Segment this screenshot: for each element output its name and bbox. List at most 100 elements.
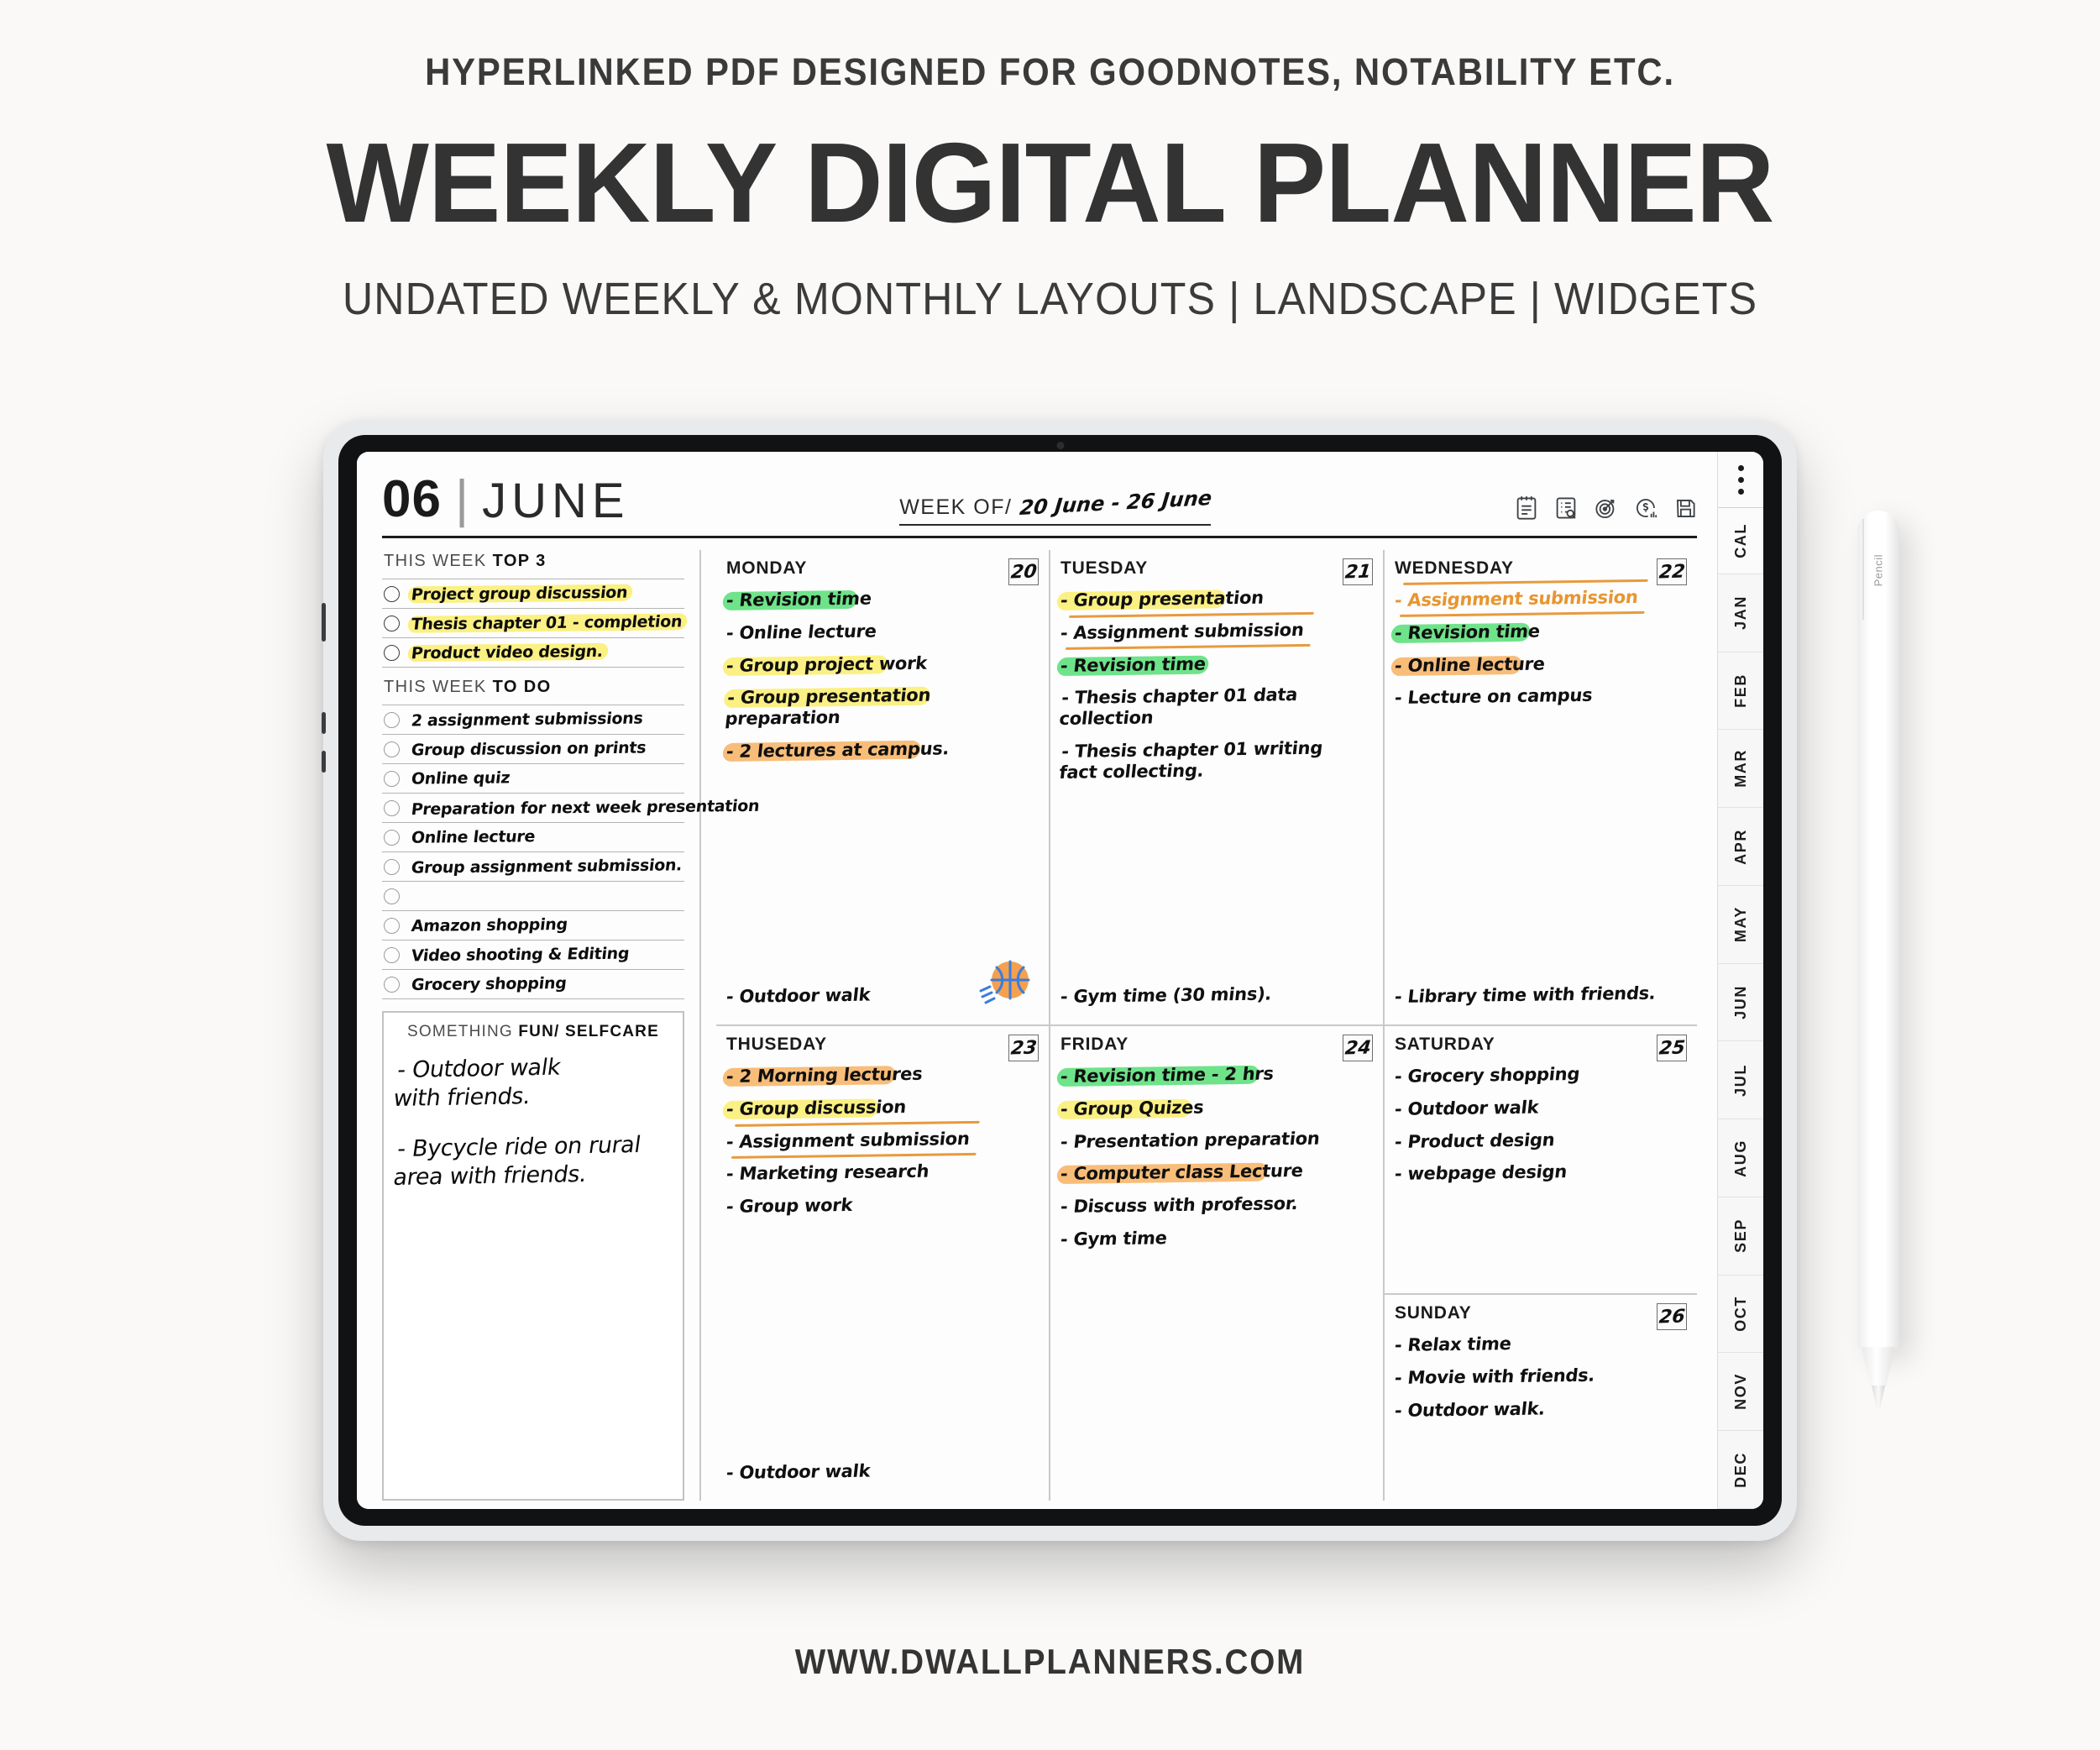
checkbox[interactable] [384,799,400,816]
day-note-text: - Group presentation [1059,587,1265,610]
day-notes[interactable]: - Relax time - Movie with friends. - Outdo… [1394,1333,1687,1496]
checkbox[interactable] [384,917,400,934]
day-header: THUSEDAY 23 [726,1035,1039,1061]
todo-item[interactable]: Amazon shopping [382,910,684,940]
day-notes[interactable]: - Group presentation - Assignment submiss… [1055,587,1373,1019]
todo-item-text: Video shooting & Editing [410,944,631,966]
day-cell-thursday[interactable]: THUSEDAY 23 - 2 Morning lectures - Group di… [716,1026,1049,1501]
day-note-text: - Revision time [1059,653,1207,676]
month-tab-label: SEP [1731,1218,1749,1254]
month-tab-aug[interactable]: AUG [1718,1119,1763,1197]
checkbox[interactable] [384,858,400,875]
day-notes[interactable]: - Revision time - Online lecture - Group p… [721,589,1039,1019]
month-tab-dec[interactable]: DEC [1718,1431,1763,1509]
basketball-sticker[interactable] [978,957,1034,1013]
todo-item[interactable]: Video shooting & Editing [382,940,684,969]
day-date-box[interactable]: 21 [1343,558,1373,585]
month-tab-jun[interactable]: JUN [1718,963,1763,1042]
month-tab-jul[interactable]: JUL [1718,1041,1763,1120]
todo-item[interactable]: Group discussion on prints [382,734,684,763]
checkbox[interactable] [384,770,400,787]
top3-item-text: Product video design. [406,642,610,663]
checkbox[interactable] [384,829,400,846]
month-tab-mar[interactable]: MAR [1718,730,1763,809]
save-icon[interactable] [1674,496,1697,521]
day-note: - Product design [1394,1129,1556,1152]
day-cell-monday[interactable]: MONDAY 20 - Revision time - Online lecture -… [716,550,1049,1024]
day-date-box[interactable]: 25 [1657,1035,1687,1061]
day-columns: MONDAY 20- Revision time - Online lecture -… [701,550,1697,1501]
day-cell-friday[interactable]: FRIDAY 24 - Revision time - 2 hrs - Group Q… [1049,1026,1383,1501]
month-tab-jan[interactable]: JAN [1718,574,1763,652]
todo-item[interactable]: Online lecture [382,822,684,851]
todo-item[interactable]: Online quiz [382,763,684,793]
notepad-icon[interactable] [1515,495,1538,521]
checkbox[interactable] [384,615,400,631]
day-notes[interactable]: - Grocery shopping - Outdoor walk - Produc… [1394,1064,1687,1288]
month-tab-oct[interactable]: OCT [1718,1275,1763,1354]
finance-chart-icon[interactable] [1634,495,1658,521]
day-note-text: - 2 lectures at campus. [725,738,950,762]
month-tab-nov[interactable]: NOV [1718,1353,1763,1432]
day-note-text: - Revision time [1393,621,1542,643]
todo-item[interactable]: Preparation for next week presentation [382,793,761,822]
day-name: MONDAY [726,558,808,578]
day-notes[interactable]: - 2 Morning lectures - Group discussion - … [721,1064,1039,1496]
day-row-top: MONDAY 20- Revision time - Online lecture -… [716,550,1697,1026]
month-tab-cal[interactable]: CAL [1718,508,1763,574]
todo-item-text: Group discussion on prints [410,738,647,760]
fun-selfcare-box[interactable]: SOMETHING FUN/ SELFCARE - Outdoor walk w… [382,1011,684,1501]
day-note: - Group discussion [721,1097,907,1120]
checkbox[interactable] [384,946,400,963]
week-of-field[interactable]: WEEK OF/ 20 June - 26 June [899,486,1213,526]
month-tab-may[interactable]: MAY [1718,885,1763,964]
day-name: WEDNESDAY [1395,558,1514,578]
day-note: - Outdoor walk. [1394,1398,1547,1421]
todo-item-text: Amazon shopping [410,915,569,935]
todo-section-title: THIS WEEK TO DO [384,678,684,697]
checkbox[interactable] [384,888,400,904]
day-date-box[interactable]: 23 [1008,1035,1039,1061]
day-date-box[interactable]: 26 [1657,1303,1687,1331]
fun-selfcare-note: - Outdoor walk with friends. [391,1054,563,1112]
checkbox[interactable] [384,711,400,728]
checkbox[interactable] [384,976,400,993]
month-tab-label: APR [1731,828,1749,865]
more-dots-icon[interactable] [1718,452,1763,508]
day-note-text: - Lecture on campus [1393,685,1594,709]
day-cell-tuesday[interactable]: TUESDAY 21 - Group presentation - Assignmen… [1049,550,1383,1024]
day-cell-wednesday[interactable]: WEDNESDAY 22 - Assignment submission - Revi… [1385,550,1697,1024]
month-tab-sep[interactable]: SEP [1718,1197,1763,1276]
checkbox[interactable] [384,741,400,757]
month-tab-feb[interactable]: FEB [1718,652,1763,731]
day-notes[interactable]: - Assignment submission - Revision time - … [1390,587,1687,1019]
checkbox[interactable] [384,644,400,661]
todo-item[interactable]: 2 assignment submissions [382,705,684,734]
top3-item[interactable]: Product video design. [382,637,684,668]
day-date-box[interactable]: 24 [1343,1035,1373,1061]
day-cell-saturday[interactable]: SATURDAY 25 - Grocery shopping - Outdoor wa… [1385,1026,1697,1296]
day-cell-sunday[interactable]: SUNDAY 26 - Relax time - Movie with friends… [1385,1295,1697,1501]
todo-item-text: Preparation for next week presentation [410,796,761,820]
day-notes[interactable]: - Revision time - 2 hrs - Group Quizes - P… [1055,1063,1373,1496]
day-note-text: - Outdoor walk [725,984,872,1008]
day-header: SUNDAY 26 [1395,1303,1687,1331]
checkbox[interactable] [384,585,400,602]
month-tab-strip: CAL JAN FEB MAR APR MAY JUN JUL AUG SEP OCT NOV DEC [1717,452,1763,1509]
top3-item[interactable]: Thesis chapter 01 - completion [382,608,689,637]
todo-item[interactable] [382,881,684,910]
day-note: - Online lecture [725,621,877,643]
month-tab-apr[interactable]: APR [1718,808,1763,886]
todo-item[interactable]: Grocery shopping [382,969,684,999]
promo-eyebrow: HYPERLINKED PDF DESIGNED FOR GOODNOTES, … [425,50,1675,93]
todo-item[interactable]: Group assignment submission. [382,851,684,881]
day-date-box[interactable]: 22 [1657,558,1687,585]
goal-target-icon[interactable] [1594,495,1618,521]
month-tab-label: CAL [1731,523,1749,558]
checklist-search-icon[interactable] [1554,495,1578,521]
top3-item[interactable]: Project group discussion [382,579,684,608]
wednesday-wrapper: WEDNESDAY 22 - Assignment submission - Revi… [1383,550,1697,1024]
day-date-box[interactable]: 20 [1008,558,1039,585]
day-name: FRIDAY [1060,1035,1129,1054]
day-note: - Thesis chapter 01 writing fact collect… [1058,737,1323,783]
